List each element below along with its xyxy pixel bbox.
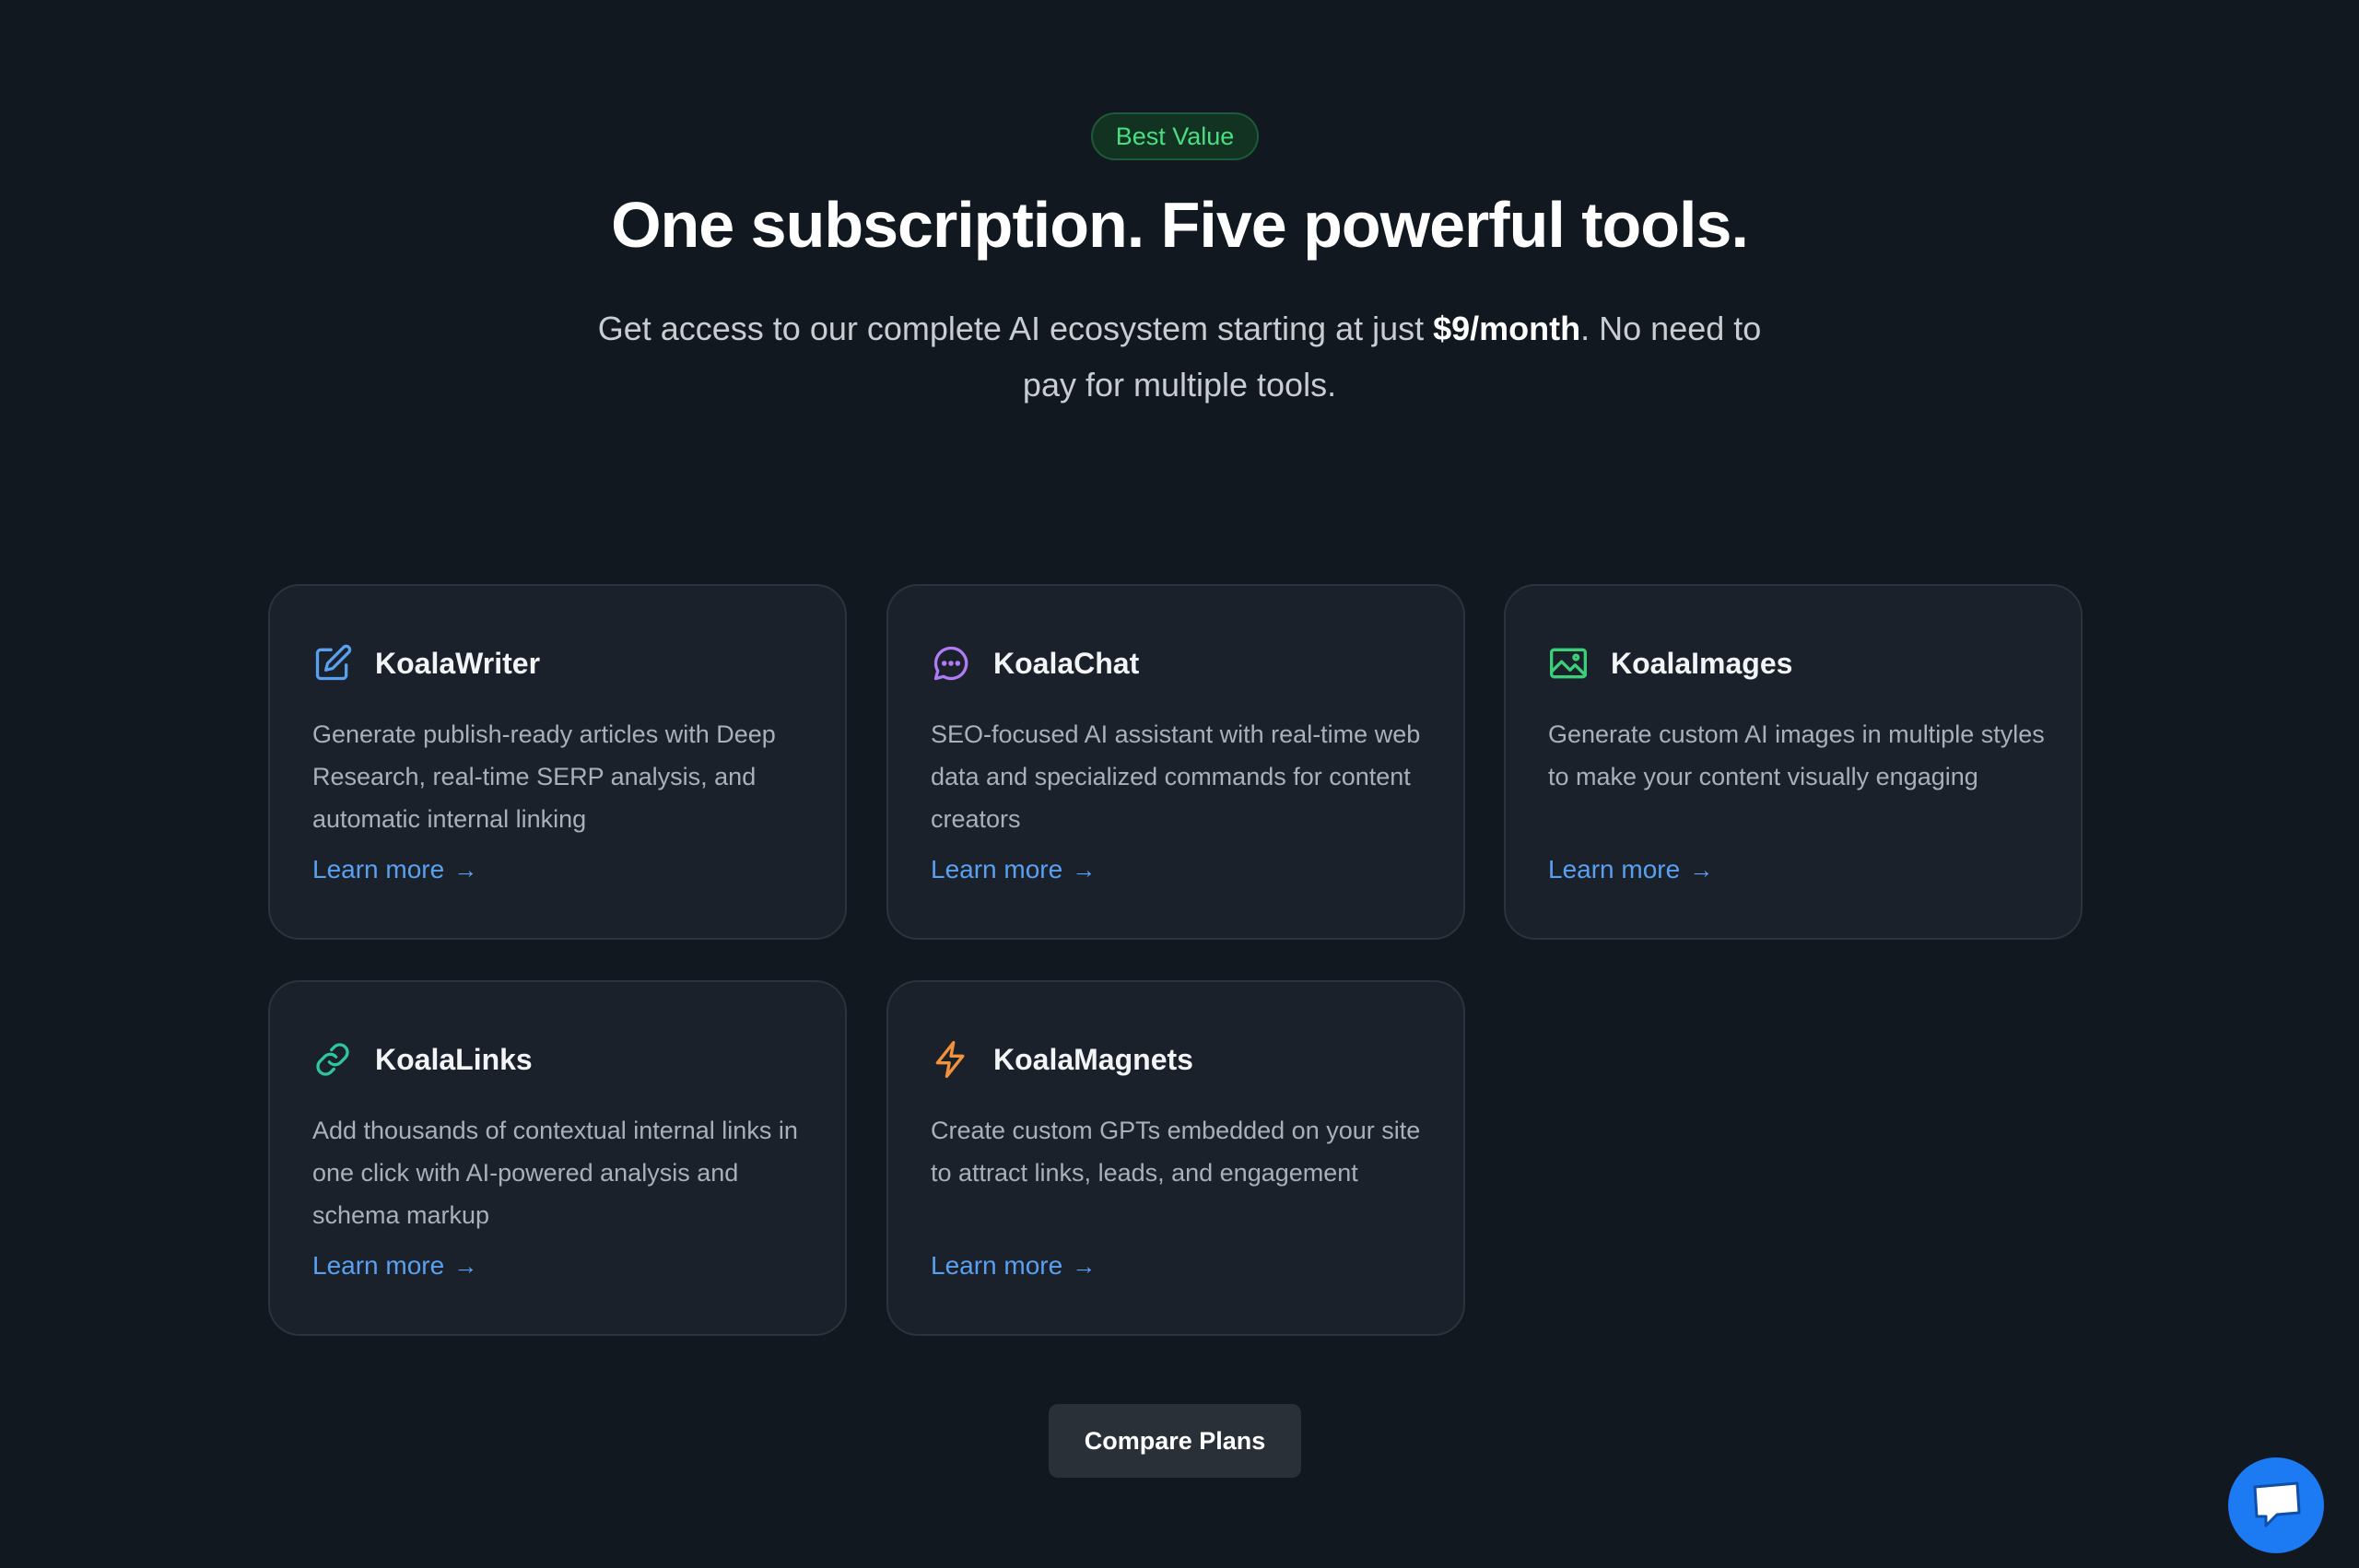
lightning-icon [931, 1039, 971, 1080]
product-card-koalawriter: KoalaWriter Generate publish-ready artic… [268, 584, 847, 940]
card-description: Generate custom AI images in multiple st… [1548, 720, 2045, 790]
product-card-koalachat: KoalaChat SEO-focused AI assistant with … [886, 584, 1465, 940]
learn-more-link-koalamagnets[interactable]: Learn more → [931, 1251, 1096, 1281]
learn-more-link-koalaimages[interactable]: Learn more → [1548, 855, 1713, 884]
chat-bubble-icon [2253, 1481, 2301, 1527]
best-value-badge: Best Value [1091, 112, 1259, 160]
learn-more-label: Learn more [931, 1251, 1063, 1280]
arrow-right-icon: → [1689, 855, 1714, 883]
hero-subtitle: Get access to our complete AI ecosystem … [571, 300, 1788, 413]
card-header: KoalaMagnets [931, 1039, 1193, 1080]
card-header: KoalaWriter [312, 643, 540, 684]
subtitle-text-start: Get access to our complete AI ecosystem … [597, 310, 1434, 347]
product-card-koalamagnets: KoalaMagnets Create custom GPTs embedded… [886, 980, 1465, 1336]
arrow-right-icon: → [453, 1251, 478, 1280]
card-title: KoalaMagnets [993, 1042, 1193, 1076]
pencil-icon [312, 643, 353, 684]
card-title: KoalaWriter [375, 646, 541, 680]
card-header: KoalaChat [931, 643, 1139, 684]
chat-icon [931, 643, 971, 684]
arrow-right-icon: → [1072, 1251, 1097, 1280]
card-description: Generate publish-ready articles with Dee… [312, 720, 776, 833]
card-title: KoalaImages [1611, 646, 1793, 680]
arrow-right-icon: → [1072, 855, 1097, 883]
card-title: KoalaChat [993, 646, 1140, 680]
learn-more-link-koalalinks[interactable]: Learn more → [312, 1251, 477, 1281]
product-card-koalalinks: KoalaLinks Add thousands of contextual i… [268, 980, 847, 1336]
chat-widget-button[interactable] [2228, 1457, 2324, 1553]
learn-more-link-koalawriter[interactable]: Learn more → [312, 855, 477, 884]
arrow-right-icon: → [453, 855, 478, 883]
card-header: KoalaLinks [312, 1039, 533, 1080]
learn-more-link-koalachat[interactable]: Learn more → [931, 855, 1096, 884]
card-description: Add thousands of contextual internal lin… [312, 1117, 798, 1229]
learn-more-label: Learn more [1548, 855, 1681, 883]
card-description: SEO-focused AI assistant with real-time … [931, 720, 1421, 833]
product-card-koalaimages: KoalaImages Generate custom AI images in… [1504, 584, 2083, 940]
learn-more-label: Learn more [931, 855, 1063, 883]
subtitle-price: $9/month [1433, 310, 1581, 347]
link-icon [312, 1039, 353, 1080]
page: Best Value One subscription. Five powerf… [0, 0, 2359, 1568]
card-description: Create custom GPTs embedded on your site… [931, 1117, 1421, 1187]
learn-more-label: Learn more [312, 1251, 445, 1280]
card-title: KoalaLinks [375, 1042, 533, 1076]
page-title: One subscription. Five powerful tools. [611, 189, 1749, 261]
card-header: KoalaImages [1548, 643, 1792, 684]
image-icon [1548, 643, 1589, 684]
learn-more-label: Learn more [312, 855, 445, 883]
compare-plans-button[interactable]: Compare Plans [1049, 1404, 1301, 1478]
